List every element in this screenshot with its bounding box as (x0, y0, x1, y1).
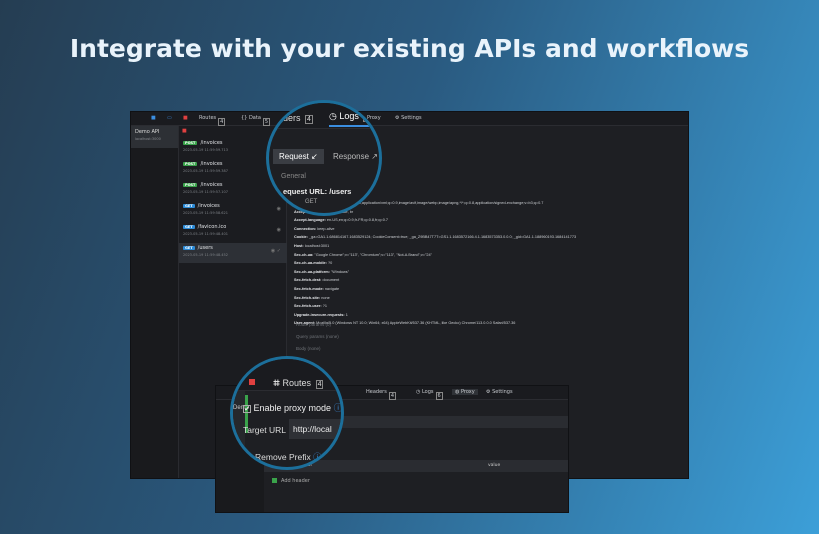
tab-routes[interactable]: ⵌ Routes 4 (273, 378, 324, 389)
folder-icon[interactable]: ▭ (167, 115, 172, 121)
header-line: User-agent: Mozilla/5.0 (Windows NT 10.0… (294, 321, 516, 326)
general-section[interactable]: General (281, 173, 306, 180)
record-icon: ■ (182, 128, 187, 134)
sidebar: Demo API localhost:3000 (131, 126, 179, 478)
info-icon: ⓘ (313, 452, 322, 462)
response-tab[interactable]: Response ↗ (333, 152, 378, 161)
eye-icon: ◉ (276, 227, 281, 233)
header-line: Accept-language: en-US,en;q=0.9,fr-FR;q=… (294, 218, 389, 223)
enable-proxy-toggle[interactable]: ✔ Enable proxy mode ⓘ (243, 401, 343, 414)
header-line: Sec-fetch-dest: document (294, 278, 340, 283)
eye-icon: ◉ (276, 206, 281, 212)
header-line: Sec-ch-ua-mobile: ?0 (294, 261, 333, 266)
header-line: Accept-encoding: gzip, deflate, br (294, 208, 689, 217)
stop-icon[interactable]: ■ (183, 115, 188, 121)
header-line: Cookie: _ga=GA1.1.686814167.1683529124; … (294, 235, 577, 240)
query-params-section[interactable]: Query params (none) (296, 334, 339, 339)
tab-data[interactable]: {} Data 5 (241, 115, 271, 126)
log-item[interactable]: GET/invoices 2023-05-19 11:59:58.621 ◉ (179, 201, 287, 219)
log-item-selected[interactable]: GET/users 2023-05-19 11:59:48.452 ◉ ✓ (179, 243, 287, 263)
info-icon: ⓘ (333, 403, 343, 413)
tab-logs[interactable]: ◷ Logs 6 (329, 111, 372, 127)
remove-prefix-toggle[interactable]: Remove Prefix ⓘ (255, 451, 322, 463)
route-params-section[interactable]: Route params (0) (296, 322, 331, 327)
add-header-button[interactable]: Add header (272, 478, 310, 484)
stop-icon[interactable] (249, 379, 255, 385)
toolbar: ■ ▭ ■ Routes4 {} Data5 Proxy ⚙ Settings (131, 112, 688, 126)
tab-headers[interactable]: Headers 4 (366, 389, 396, 400)
header-line: Sec-ch-ua: "Google Chrome";v="113", "Chr… (294, 252, 432, 257)
col-value: value (488, 463, 501, 468)
add-icon (272, 478, 277, 483)
request-headers: Accept: text/html,application/xhtml+xml,… (294, 199, 689, 328)
tab-settings[interactable]: ⚙ Settings (486, 389, 513, 395)
request-url: equest URL: /users (283, 187, 352, 196)
eye-icon: ◉ ✓ (270, 248, 281, 254)
target-url-input[interactable]: http://local (289, 419, 341, 439)
tab-routes[interactable]: Routes 4 (199, 115, 226, 126)
method-label: GET (305, 199, 318, 205)
log-item[interactable]: GET/favicon.ico 2023-05-19 11:59:48.401 ◉ (179, 222, 287, 240)
magnifier-proxy: ⵌ Routes 4 Demo ✔ Enable proxy mode ⓘ Ta… (230, 356, 344, 470)
header-line: Sec-fetch-mode: navigate (294, 286, 340, 291)
tab-logs[interactable]: ◷ Logs 6 (416, 389, 443, 400)
target-url-label: Target URL (243, 425, 286, 435)
header-line: Connection: keep-alive (294, 226, 335, 231)
body-section[interactable]: Body (none) (296, 346, 321, 351)
header-line: Upgrade-insecure-requests: 1 (294, 312, 348, 317)
api-item[interactable]: Demo API localhost:3000 (131, 126, 178, 148)
tab-settings[interactable]: ⚙ Settings (395, 115, 422, 121)
new-file-icon[interactable]: ■ (151, 115, 156, 121)
magnifier-logs: eaders 4 ◷ Logs 6 Request ↙ Response ↗ G… (266, 100, 382, 216)
header-line: Sec-fetch-user: ?1 (294, 304, 327, 309)
tab-proxy[interactable]: ◍ Proxy (452, 389, 478, 395)
header-line: Host: localhost:3001 (294, 243, 330, 248)
request-tab[interactable]: Request ↙ (273, 149, 324, 164)
tab-headers[interactable]: eaders 4 (273, 113, 313, 124)
header-line: Sec-ch-ua-platform: "Windows" (294, 269, 350, 274)
headline: Integrate with your existing APIs and wo… (69, 34, 750, 63)
header-line: Sec-fetch-site: none (294, 295, 330, 300)
